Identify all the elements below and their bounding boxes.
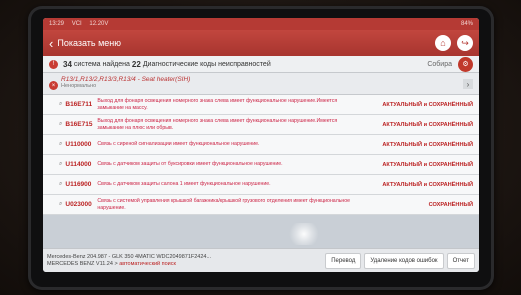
screen-glare bbox=[288, 223, 320, 245]
codes-text: Диагностические коды неисправностей bbox=[142, 60, 271, 68]
dtc-row[interactable]: ⌕ B16E715 Выход для фонаря освещения ном… bbox=[43, 115, 479, 135]
home-button[interactable]: ⌂ bbox=[435, 35, 451, 51]
dtc-list: ⌕ B16E711 Выход для фонаря освещения ном… bbox=[43, 95, 479, 215]
gear-icon: ⚙ bbox=[462, 61, 469, 68]
systems-count: 34 bbox=[63, 59, 72, 69]
dtc-row[interactable]: ⌕ U023000 Связь с системой управления кр… bbox=[43, 195, 479, 215]
search-icon[interactable]: ⌕ bbox=[59, 121, 62, 128]
dtc-description: Связь с сиреной сигнализации имеет функц… bbox=[97, 141, 260, 148]
scan-summary: ! 34 система найдена 22 Диагностические … bbox=[43, 56, 479, 73]
tablet-screen: 13:29 VCI 12.20V 84% ‹ Показать меню ⌂ ↪… bbox=[43, 18, 479, 272]
dtc-status: АКТУАЛЬНЫЙ и СОХРАНЁННЫЙ bbox=[382, 161, 473, 168]
report-button[interactable]: Отчет bbox=[446, 252, 475, 269]
floating-action-button[interactable]: ⚙ bbox=[458, 56, 473, 72]
dtc-description: Выход для фонаря освещения номерного зна… bbox=[97, 98, 338, 111]
vci-indicator: VCI bbox=[71, 21, 82, 27]
dtc-code: U110000 bbox=[65, 141, 92, 148]
exit-button[interactable]: ↪ bbox=[457, 35, 473, 51]
dtc-status: СОХРАНЁННЫЙ bbox=[428, 201, 473, 208]
search-icon[interactable]: ⌕ bbox=[59, 161, 62, 168]
search-icon[interactable]: ⌕ bbox=[59, 181, 62, 188]
dtc-row[interactable]: ⌕ U114000 Связь с датчиком защиты от бук… bbox=[43, 155, 479, 175]
dtc-row[interactable]: ⌕ B16E711 Выход для фонаря освещения ном… bbox=[43, 95, 479, 115]
search-icon[interactable]: ⌕ bbox=[59, 201, 62, 208]
error-badge-icon: ! bbox=[49, 59, 58, 69]
voltage-readout: 12.20V bbox=[89, 21, 109, 27]
status-bar: 13:29 VCI 12.20V 84% bbox=[43, 18, 479, 30]
dtc-status: АКТУАЛЬНЫЙ и СОХРАНЁННЫЙ bbox=[382, 181, 473, 188]
dtc-code: B16E711 bbox=[65, 101, 93, 108]
codes-count: 22 bbox=[131, 59, 141, 69]
page-title: Показать меню bbox=[57, 38, 122, 48]
dtc-row[interactable]: ⌕ U116900 Связь с датчиком защиты салона… bbox=[43, 175, 479, 195]
dtc-row[interactable]: ⌕ U110000 Связь с сиреной сигнализации и… bbox=[43, 135, 479, 155]
dtc-description: Связь с системой управления крышкой бага… bbox=[97, 198, 351, 211]
dtc-code: U114000 bbox=[65, 161, 92, 168]
search-icon[interactable]: ⌕ bbox=[59, 141, 62, 148]
home-icon: ⌂ bbox=[440, 38, 446, 48]
system-state: Ненормально bbox=[61, 83, 97, 89]
clock: 13:29 bbox=[49, 21, 65, 27]
system-name: R13/1,R13/2,R13/3,R13/4 - Seat heater(SI… bbox=[61, 76, 191, 83]
system-header[interactable]: × R13/1,R13/2,R13/3,R13/4 - Seat heater(… bbox=[43, 73, 479, 95]
collect-label[interactable]: Собира bbox=[427, 61, 452, 68]
dtc-description: Выход для фонаря освещения номерного зна… bbox=[97, 118, 338, 131]
dtc-status: АКТУАЛЬНЫЙ и СОХРАНЁННЫЙ bbox=[382, 121, 473, 128]
dtc-code: U023000 bbox=[65, 201, 92, 208]
software-version: MERCEDES BENZ V11.24 > bbox=[47, 260, 118, 267]
systems-text: система найдена bbox=[73, 60, 130, 68]
dtc-code: B16E715 bbox=[65, 121, 93, 128]
translate-button[interactable]: Перевод bbox=[325, 252, 362, 269]
dtc-status: АКТУАЛЬНЫЙ и СОХРАНЁННЫЙ bbox=[382, 141, 473, 148]
vehicle-model: Mercedes-Benz 204.987 - GLK 350 4MATIC W… bbox=[47, 253, 212, 260]
clear-codes-button[interactable]: Удаление кодов ошибок bbox=[364, 252, 444, 269]
dtc-status: АКТУАЛЬНЫЙ и СОХРАНЁННЫЙ bbox=[382, 101, 473, 108]
battery-level: 84% bbox=[460, 21, 473, 27]
search-mode: автоматический поиск bbox=[119, 260, 176, 267]
dtc-description: Связь с датчиком защиты салона 1 имеет ф… bbox=[97, 181, 271, 188]
fault-x-icon: × bbox=[49, 81, 58, 90]
exit-icon: ↪ bbox=[461, 37, 469, 48]
back-chevron-icon[interactable]: ‹ bbox=[49, 37, 53, 50]
search-icon[interactable]: ⌕ bbox=[59, 101, 62, 108]
footer-bar: Mercedes-Benz 204.987 - GLK 350 4MATIC W… bbox=[43, 248, 479, 272]
dtc-description: Связь с датчиком защиты от буксировки им… bbox=[97, 161, 283, 168]
chevron-right-icon[interactable]: › bbox=[463, 79, 473, 89]
title-bar: ‹ Показать меню ⌂ ↪ bbox=[43, 30, 479, 56]
vehicle-info: Mercedes-Benz 204.987 - GLK 350 4MATIC W… bbox=[47, 254, 322, 268]
dtc-code: U116900 bbox=[65, 181, 92, 188]
